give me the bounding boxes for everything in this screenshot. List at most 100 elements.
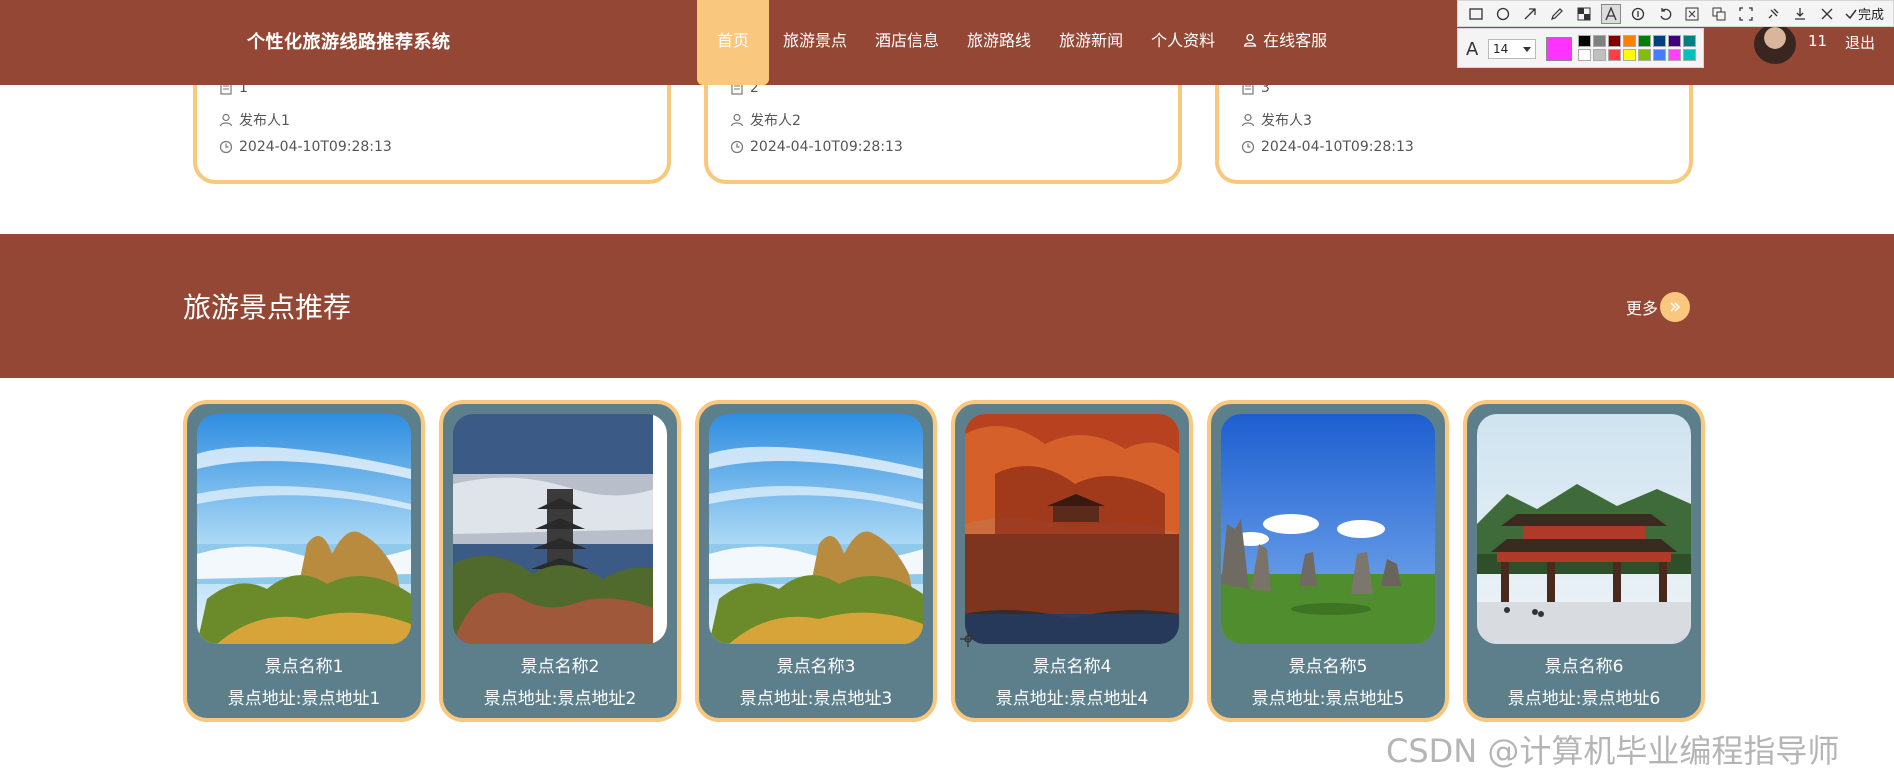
close-icon[interactable]	[1817, 4, 1837, 24]
spot-card[interactable]: 景点名称1 景点地址:景点地址1	[183, 400, 425, 722]
avatar[interactable]	[1754, 24, 1796, 64]
translate-icon[interactable]	[1709, 4, 1729, 24]
nav-profile[interactable]: 个人资料	[1137, 0, 1229, 85]
color-palette	[1578, 35, 1696, 61]
pen-tool-icon[interactable]	[1547, 4, 1567, 24]
user-icon	[730, 113, 744, 127]
news-publisher: 发布人2	[750, 113, 801, 129]
color-swatch[interactable]	[1623, 35, 1636, 47]
number-tool-icon[interactable]	[1628, 4, 1648, 24]
spot-image[interactable]	[1221, 414, 1435, 644]
news-time: 2024-04-10T09:28:13	[750, 139, 903, 155]
text-tool-icon[interactable]	[1601, 3, 1621, 24]
more-link[interactable]: 更多	[1626, 292, 1691, 322]
nav-routes[interactable]: 旅游路线	[953, 0, 1045, 85]
color-swatch[interactable]	[1593, 35, 1606, 47]
news-time-row: 2024-04-10T09:28:13	[1241, 139, 1414, 155]
undo-icon[interactable]	[1655, 4, 1675, 24]
color-swatch[interactable]	[1668, 49, 1681, 61]
user-icon	[1241, 113, 1255, 127]
spot-card[interactable]: 景点名称3 景点地址:景点地址3	[695, 400, 937, 722]
spot-card[interactable]: 景点名称5 景点地址:景点地址5	[1207, 400, 1449, 722]
spot-image[interactable]	[1477, 414, 1691, 644]
nav-news[interactable]: 旅游新闻	[1045, 0, 1137, 85]
news-publisher-row: 发布人1	[219, 110, 290, 130]
color-swatch[interactable]	[1683, 49, 1696, 61]
download-icon[interactable]	[1790, 4, 1810, 24]
clock-icon	[219, 140, 233, 154]
spot-name: 景点名称2	[520, 657, 600, 677]
spot-card[interactable]: 景点名称2 景点地址:景点地址2	[439, 400, 681, 722]
color-swatch[interactable]	[1593, 49, 1606, 61]
double-chevron-right-icon	[1660, 292, 1691, 322]
nav-hotels[interactable]: 酒店信息	[861, 0, 953, 85]
recommend-banner: 旅游景点推荐 更多	[0, 234, 1894, 378]
user-icon	[219, 113, 233, 127]
spot-address: 景点地址:景点地址1	[227, 689, 381, 709]
chevron-down-icon	[1523, 47, 1531, 52]
color-swatch[interactable]	[1653, 49, 1666, 61]
spot-name: 景点名称4	[1032, 657, 1112, 677]
done-button[interactable]: 完成	[1844, 4, 1884, 23]
ocr-icon[interactable]	[1682, 4, 1702, 24]
color-swatch[interactable]	[1683, 35, 1696, 47]
more-label: 更多	[1626, 299, 1659, 318]
spot-image[interactable]	[453, 414, 667, 644]
spot-card[interactable]: 景点名称6 景点地址:景点地址6	[1463, 400, 1705, 722]
clock-icon	[730, 140, 744, 154]
person-icon	[1243, 33, 1257, 47]
spot-address: 景点地址:景点地址2	[483, 689, 637, 709]
spot-card[interactable]: 景点名称4 景点地址:景点地址4	[951, 400, 1193, 722]
mosaic-tool-icon[interactable]	[1574, 4, 1594, 24]
nav-customer-service[interactable]: 在线客服	[1229, 0, 1341, 85]
nav-scenic-spots[interactable]: 旅游景点	[769, 0, 861, 85]
color-swatch[interactable]	[1608, 49, 1621, 61]
spot-name: 景点名称1	[264, 657, 344, 677]
done-label: 完成	[1858, 8, 1885, 23]
watermark: CSDN @计算机毕业编程指导师	[1386, 732, 1840, 770]
ellipse-tool-icon[interactable]	[1493, 4, 1513, 24]
crosshair-cursor-icon	[960, 631, 976, 647]
spot-image[interactable]	[709, 414, 923, 644]
font-size-select[interactable]: 14	[1488, 39, 1536, 59]
color-swatch[interactable]	[1653, 35, 1666, 47]
news-time: 2024-04-10T09:28:13	[239, 139, 392, 155]
rectangle-tool-icon[interactable]	[1466, 4, 1486, 24]
long-screenshot-icon[interactable]	[1736, 4, 1756, 24]
page: 1 发布人1 2024-04-10T09:28:13 2 发布人2 2024-0…	[0, 0, 1894, 780]
color-swatch[interactable]	[1578, 35, 1591, 47]
snip-text-options: A 14	[1457, 28, 1704, 68]
spot-address: 景点地址:景点地址6	[1507, 689, 1661, 709]
spot-image[interactable]	[197, 414, 411, 644]
font-icon: A	[1466, 39, 1479, 60]
logout-link[interactable]: 退出	[1845, 32, 1875, 53]
spot-address: 景点地址:景点地址5	[1251, 689, 1405, 709]
news-time: 2024-04-10T09:28:13	[1261, 139, 1414, 155]
spot-card-list: 景点名称1 景点地址:景点地址1 景点名称2 景点地址:景点地址2 景点名称3 景点地…	[183, 400, 1719, 722]
arrow-tool-icon[interactable]	[1520, 4, 1540, 24]
spot-name: 景点名称6	[1544, 657, 1624, 677]
color-swatch[interactable]	[1623, 49, 1636, 61]
news-publisher-row: 发布人3	[1241, 110, 1312, 130]
news-publisher: 发布人3	[1261, 113, 1312, 129]
pin-icon[interactable]	[1763, 4, 1783, 24]
color-swatch[interactable]	[1608, 35, 1621, 47]
spot-image[interactable]	[965, 414, 1179, 644]
font-size-value: 14	[1493, 42, 1509, 56]
user-name[interactable]: 11	[1808, 32, 1827, 50]
news-time-row: 2024-04-10T09:28:13	[219, 139, 392, 155]
color-swatch[interactable]	[1638, 49, 1651, 61]
current-color-swatch[interactable]	[1546, 37, 1572, 61]
spot-name: 景点名称3	[776, 657, 856, 677]
color-swatch[interactable]	[1638, 35, 1651, 47]
news-publisher-row: 发布人2	[730, 110, 801, 130]
main-nav: 首页 旅游景点 酒店信息 旅游路线 旅游新闻 个人资料 在线客服	[697, 0, 1341, 85]
spot-address: 景点地址:景点地址3	[739, 689, 893, 709]
color-swatch[interactable]	[1668, 35, 1681, 47]
color-swatch[interactable]	[1578, 49, 1591, 61]
site-brand[interactable]: 个性化旅游线路推荐系统	[247, 28, 451, 54]
news-time-row: 2024-04-10T09:28:13	[730, 139, 903, 155]
clock-icon	[1241, 140, 1255, 154]
recommend-title: 旅游景点推荐	[183, 291, 352, 324]
nav-home[interactable]: 首页	[697, 0, 770, 85]
